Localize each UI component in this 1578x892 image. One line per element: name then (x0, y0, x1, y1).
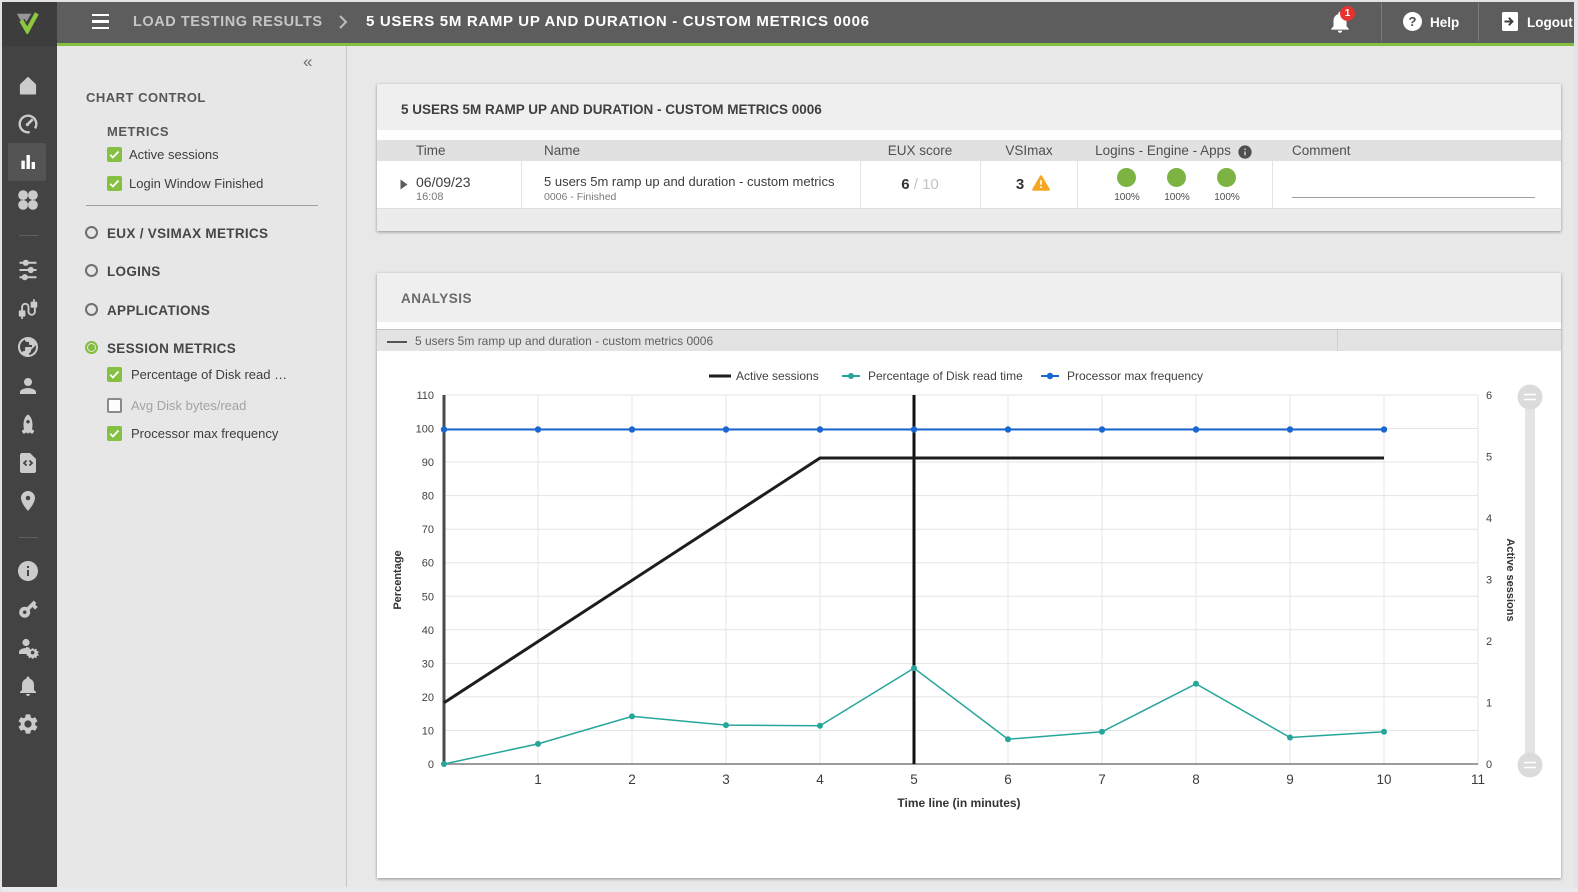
svg-text:70: 70 (422, 524, 434, 536)
svg-text:Percentage: Percentage (392, 550, 404, 609)
svg-text:80: 80 (422, 491, 434, 503)
svg-text:0: 0 (1486, 759, 1492, 771)
svg-text:0: 0 (428, 759, 434, 771)
svg-text:4: 4 (1486, 513, 1492, 525)
svg-text:10: 10 (1376, 772, 1391, 787)
svg-text:Time line (in minutes): Time line (in minutes) (897, 796, 1020, 810)
svg-text:Active sessions: Active sessions (1504, 538, 1516, 621)
svg-text:Percentage of Disk read time: Percentage of Disk read time (868, 369, 1023, 383)
svg-text:5: 5 (910, 772, 918, 787)
svg-text:5: 5 (1486, 452, 1492, 464)
svg-text:1: 1 (1486, 698, 1492, 710)
svg-text:7: 7 (1098, 772, 1106, 787)
svg-text:60: 60 (422, 558, 434, 570)
svg-text:Processor max frequency: Processor max frequency (1067, 369, 1203, 383)
svg-text:3: 3 (722, 772, 730, 787)
svg-text:10: 10 (422, 726, 434, 738)
svg-text:Active sessions: Active sessions (736, 369, 819, 383)
svg-text:6: 6 (1486, 390, 1492, 402)
svg-text:110: 110 (416, 390, 434, 402)
svg-text:2: 2 (1486, 636, 1492, 648)
svg-text:3: 3 (1486, 575, 1492, 587)
svg-text:50: 50 (422, 591, 434, 603)
svg-text:6: 6 (1004, 772, 1012, 787)
svg-text:9: 9 (1286, 772, 1294, 787)
svg-text:100: 100 (416, 424, 434, 436)
svg-text:2: 2 (628, 772, 636, 787)
svg-text:8: 8 (1192, 772, 1200, 787)
svg-text:4: 4 (816, 772, 824, 787)
svg-text:20: 20 (422, 692, 434, 704)
svg-text:30: 30 (422, 658, 434, 670)
svg-text:11: 11 (1471, 772, 1485, 787)
svg-text:1: 1 (534, 772, 542, 787)
svg-text:90: 90 (422, 457, 434, 469)
svg-text:40: 40 (422, 625, 434, 637)
